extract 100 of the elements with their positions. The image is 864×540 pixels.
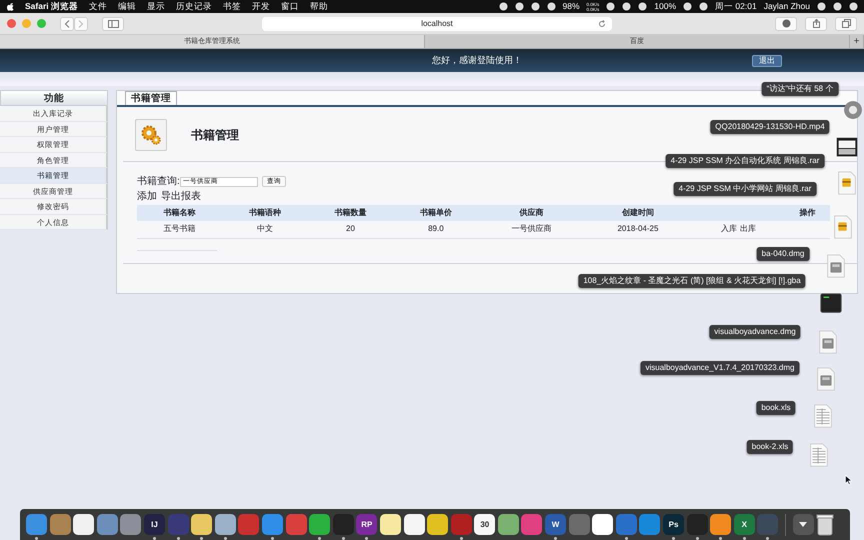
spreadsheet-file-icon[interactable]: [812, 404, 834, 430]
forward-icon: [78, 20, 84, 28]
action-link[interactable]: 导出报表: [161, 189, 201, 204]
panel-tab[interactable]: 书籍管理: [125, 91, 177, 105]
column-header: 书籍名称: [137, 205, 222, 221]
mouse-cursor-icon: [845, 475, 852, 485]
back-icon: [64, 20, 70, 28]
file-name-tooltip[interactable]: visualboyadvance_V1.7.4_20170323.dmg: [640, 361, 800, 375]
app-icon-label: IJ: [151, 518, 158, 530]
file-name-tooltip[interactable]: book.xls: [756, 401, 796, 415]
url-text: localhost: [421, 18, 453, 30]
dock-app-icon[interactable]: [404, 514, 424, 535]
running-indicator: [624, 537, 628, 540]
dock-app-icon[interactable]: [73, 514, 94, 535]
running-indicator: [35, 537, 38, 540]
column-header: 供应商: [478, 205, 584, 221]
dock-app-icon[interactable]: W: [545, 514, 566, 535]
table-cell: 2018-04-25: [584, 221, 692, 238]
menu-item[interactable]: 书签: [223, 0, 241, 13]
address-bar[interactable]: localhost: [262, 16, 612, 30]
sidebar-icon: [108, 20, 118, 28]
table-cell: 中文: [222, 221, 308, 238]
app-icon-label: RP: [361, 518, 372, 530]
running-indicator: [719, 537, 722, 540]
running-indicator: [696, 537, 699, 540]
file-name-tooltip[interactable]: book-2.xls: [746, 440, 794, 454]
archive-file-icon[interactable]: [836, 171, 858, 197]
running-indicator: [200, 537, 204, 540]
running-indicator: [224, 537, 227, 540]
reload-icon[interactable]: [598, 20, 606, 28]
table-cell: 五号书籍: [137, 221, 222, 238]
dock-app-icon[interactable]: [191, 514, 212, 535]
file-name-tooltip[interactable]: 108_火焰之纹章 - 圣魔之光石 (简) [狼组 & 火花天龙剑] [!].gba: [578, 274, 806, 288]
menu-item[interactable]: 文件: [89, 0, 107, 13]
column-header: 操作: [784, 205, 830, 221]
file-name-tooltip[interactable]: QQ20180429-131530-HD.mp4: [710, 120, 830, 134]
share-button[interactable]: [805, 16, 827, 30]
logout-button[interactable]: 退出: [752, 54, 782, 66]
trash-icon[interactable]: [816, 514, 834, 536]
back-button[interactable]: [60, 16, 74, 30]
app-menu[interactable]: Safari 浏览器: [25, 0, 78, 13]
dock-app-icon[interactable]: X: [734, 514, 755, 535]
gears-drawing: [140, 124, 162, 146]
app-icon-label: X: [742, 518, 747, 530]
menu-item[interactable]: 窗口: [281, 0, 299, 13]
dock-app-icon[interactable]: [380, 514, 401, 535]
dock-app-icon[interactable]: [214, 514, 236, 535]
caret-icon: [799, 522, 808, 527]
sidebar-header: 功能: [0, 90, 108, 106]
download-icon: [782, 19, 790, 28]
dock-app-icon[interactable]: [710, 514, 732, 535]
menu-item[interactable]: 开发: [252, 0, 270, 13]
dock-app-icon[interactable]: 30: [474, 514, 496, 535]
disk-image-file-icon[interactable]: [817, 330, 839, 356]
file-name-tooltip[interactable]: 4-29 JSP SSM 中小学网站 周锦良.rar: [674, 182, 816, 196]
disk-image-file-icon[interactable]: [815, 367, 837, 393]
running-indicator: [318, 537, 322, 540]
spreadsheet-file-icon[interactable]: [808, 443, 830, 469]
new-tab-button[interactable]: +: [850, 35, 864, 48]
running-indicator: [766, 537, 770, 540]
file-name-tooltip[interactable]: visualboyadvance.dmg: [709, 325, 801, 339]
tabs-button[interactable]: [835, 16, 857, 30]
running-indicator: [672, 537, 676, 540]
status-text: 周一 02:01: [715, 0, 757, 13]
table-cell: 20: [308, 221, 394, 238]
column-header: 书籍语种: [222, 205, 308, 221]
running-indicator: [460, 537, 463, 540]
dock-app-icon[interactable]: Ps: [663, 514, 684, 535]
running-indicator: [742, 537, 746, 540]
running-indicator: [270, 537, 274, 540]
row-action-link[interactable]: 入库: [720, 224, 737, 234]
action-link[interactable]: 添加: [137, 189, 157, 204]
file-name-tooltip[interactable]: ba-040.dmg: [756, 247, 810, 261]
apple-icon[interactable]: [6, 2, 14, 11]
file-name-tooltip[interactable]: “访达”中还有 58 个: [762, 82, 838, 96]
dock-app-icon[interactable]: [592, 514, 614, 535]
menu-item[interactable]: 编辑: [118, 0, 136, 13]
status-text: Jaylan Zhou: [764, 0, 810, 13]
dock-app-icon[interactable]: RP: [356, 514, 378, 535]
status-text: 100%: [654, 0, 676, 13]
downloads-stack-icon[interactable]: [792, 514, 814, 535]
archive-file-icon[interactable]: [832, 215, 854, 241]
table-cell: 89.0: [393, 221, 479, 238]
close-button[interactable]: [7, 19, 16, 28]
disk-image-file-icon[interactable]: [825, 254, 847, 280]
dock-app-icon[interactable]: IJ: [144, 514, 165, 535]
row-action-link[interactable]: 出库: [740, 224, 756, 234]
column-header: 书籍单价: [393, 205, 479, 221]
running-indicator: [342, 537, 345, 540]
sidebar-button[interactable]: [102, 16, 124, 30]
menu-item[interactable]: 显示: [147, 0, 165, 13]
page-heading: 书籍管理: [191, 127, 239, 144]
file-name-tooltip[interactable]: 4-29 JSP SSM 办公自动化系统 周锦良.rar: [666, 154, 824, 168]
dock-app-icon[interactable]: [427, 514, 448, 535]
download-button[interactable]: [775, 16, 797, 30]
menu-item[interactable]: 历史记录: [176, 0, 212, 13]
running-indicator: [554, 537, 558, 540]
dock-app-icon[interactable]: [498, 514, 519, 535]
app-icon-label: Ps: [668, 518, 678, 530]
menu-item[interactable]: 帮助: [310, 0, 328, 13]
